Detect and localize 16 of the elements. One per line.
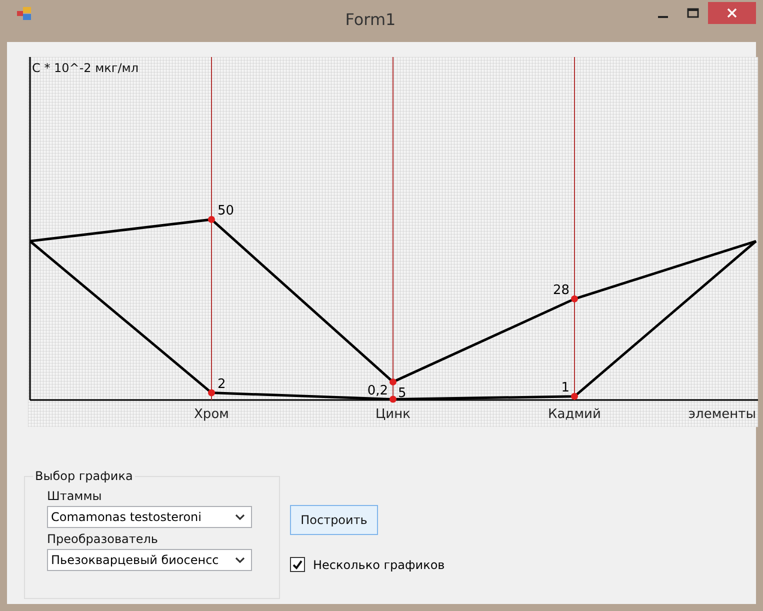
data-label: 50 <box>218 203 234 218</box>
category-label: Хром <box>194 407 229 422</box>
data-label: 0,2 <box>367 383 388 398</box>
category-label: Кадмий <box>548 407 601 422</box>
category-label: Цинк <box>376 407 410 422</box>
group-title: Выбор графика <box>34 469 134 483</box>
window-title: Form1 <box>344 10 397 28</box>
data-label: 5 <box>398 386 406 401</box>
data-label: 28 <box>552 282 570 298</box>
data-label: 1 <box>561 380 570 396</box>
field-label: Преобразователь <box>47 532 159 546</box>
y-axis-title: C * 10^-2 мкг/мл <box>32 61 138 75</box>
data-label: 2 <box>218 376 226 392</box>
checkbox-label: Несколько графиков <box>313 558 445 572</box>
field-label: Штаммы <box>47 489 103 503</box>
x-axis-title: элементы <box>688 407 756 422</box>
